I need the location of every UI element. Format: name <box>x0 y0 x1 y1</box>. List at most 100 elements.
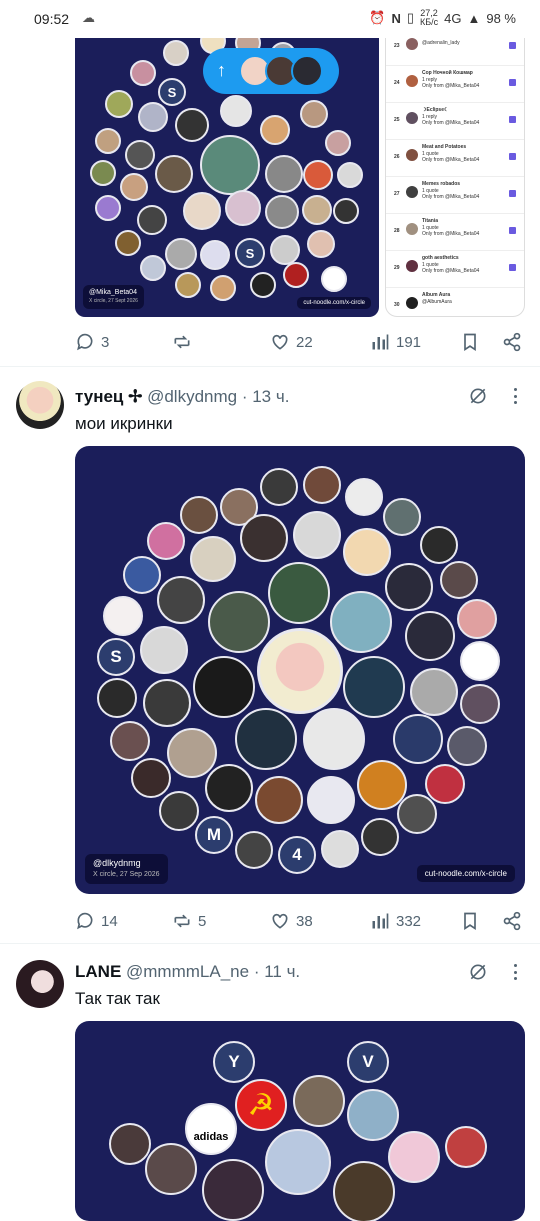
share-button[interactable] <box>502 330 522 354</box>
avatar-circle <box>105 90 133 118</box>
repost-button[interactable]: 5 <box>172 909 206 933</box>
tweet-media[interactable]: S M 4 @dlkydnmg X circle, 27 Sep 2026 cu… <box>75 446 525 894</box>
list-item: 28 Titania 1 quote Only from @Mika_Beta04 <box>386 214 524 251</box>
avatar-circle <box>147 522 185 560</box>
views-button[interactable]: 191 <box>370 330 421 354</box>
status-right: ⏰ N ▯ 27,2 КБ/с 4G ▲ 98 % <box>369 9 516 27</box>
share-icon <box>503 332 521 352</box>
avatar-circle: adidas <box>185 1103 237 1155</box>
avatar-circle <box>265 1129 331 1195</box>
avatar-circle <box>260 468 298 506</box>
adidas-logo: adidas <box>193 1131 229 1143</box>
repost-button[interactable] <box>172 330 198 354</box>
media-tag-site: cut-noodle.com/x-circle <box>297 297 371 309</box>
reply-button[interactable]: 3 <box>75 330 109 354</box>
avatar-circle <box>167 728 217 778</box>
avatar-circle <box>393 714 443 764</box>
avatar-circle <box>405 611 455 661</box>
avatar-circle <box>425 764 465 804</box>
avatar-circle <box>388 1131 440 1183</box>
tweet-media[interactable]: Y V ☭ adidas <box>75 1021 525 1221</box>
avatar-circle <box>175 272 201 298</box>
reply-button[interactable]: 14 <box>75 909 118 933</box>
avatar-circle <box>131 758 171 798</box>
repost-icon <box>174 335 190 349</box>
repost-icon <box>174 914 190 928</box>
avatar[interactable] <box>16 381 64 429</box>
tweet-media-screenshot[interactable]: 23 adrenalin_lady@adrenalin_lady 24 Cop … <box>385 10 525 317</box>
tweet-header: LANE @mmmmLA_ne · 11 ч. <box>75 962 300 982</box>
reply-count: 14 <box>101 912 118 930</box>
avatar-circle <box>202 1159 264 1221</box>
more-icon[interactable] <box>508 962 522 982</box>
avatar-circle <box>293 511 341 559</box>
grok-icon[interactable] <box>468 386 488 406</box>
avatar-circle <box>200 240 230 270</box>
avatar-circle <box>385 563 433 611</box>
avatar-circle <box>325 130 351 156</box>
bookmark-icon <box>464 333 476 352</box>
avatar-circle <box>347 1089 399 1141</box>
avatar-circle <box>190 536 236 582</box>
avatar-circle <box>383 498 421 536</box>
avatar[interactable] <box>16 960 64 1008</box>
author-name[interactable]: тунец ✢ <box>75 387 142 406</box>
signal-icon: ▲ <box>467 10 481 26</box>
letter-circle: 4 <box>278 836 316 874</box>
avatar-circle <box>255 776 303 824</box>
avatar-circle <box>210 275 236 301</box>
avatar-circle: ☭ <box>235 1079 287 1131</box>
media-tag-site: cut-noodle.com/x-circle <box>416 865 515 882</box>
tweet[interactable]: тунец ✢ @dlkydnmg · 13 ч. мои икринки S … <box>0 367 540 942</box>
scroll-to-top-button[interactable]: ↑ <box>203 48 339 94</box>
avatar-circle <box>155 155 193 193</box>
avatar-circle <box>220 95 252 127</box>
letter-circle: V <box>347 1041 389 1083</box>
avatar-circle <box>307 776 355 824</box>
list-item: 30 Album Aura @AlbumAura <box>394 292 452 309</box>
letter-circle: S <box>97 638 135 676</box>
heart-icon <box>272 913 288 929</box>
tweet[interactable]: LANE @mmmmLA_ne · 11 ч. Так так так Y V … <box>0 944 540 1221</box>
like-count: 38 <box>296 912 313 930</box>
like-button[interactable]: 38 <box>270 909 313 933</box>
like-button[interactable]: 22 <box>270 330 313 354</box>
author-name[interactable]: LANE <box>75 962 121 981</box>
avatar-circle <box>445 1126 487 1168</box>
avatar-circle <box>257 628 343 714</box>
grok-icon[interactable] <box>468 962 488 982</box>
share-button[interactable] <box>502 909 522 933</box>
bookmark-button[interactable] <box>460 330 480 354</box>
more-icon[interactable] <box>508 386 522 406</box>
letter-circle: S <box>235 238 265 268</box>
avatar-circle <box>440 561 478 599</box>
author-handle[interactable]: @dlkydnmg <box>147 387 237 406</box>
avatar-circle <box>270 235 300 265</box>
avatar-circle <box>343 656 405 718</box>
author-handle[interactable]: @mmmmLA_ne <box>126 962 249 981</box>
avatar-circle <box>110 721 150 761</box>
letter-circle: M <box>195 816 233 854</box>
network-type: 4G <box>444 10 462 26</box>
list-item: 26 Meat and Potatoes 1 quote Only from @M… <box>386 140 524 177</box>
avatar-circle <box>138 102 168 132</box>
bookmark-button[interactable] <box>460 909 480 933</box>
views-count: 332 <box>396 912 422 930</box>
avatar-circle <box>330 591 392 653</box>
list-item: 29 goth aesthetics 1 quote Only from @Mik… <box>386 251 524 288</box>
avatar-circle <box>163 40 189 66</box>
avatar-circle <box>123 556 161 594</box>
avatar-circle <box>457 599 497 639</box>
tweet-text: мои икринки <box>75 414 173 433</box>
avatar-circle <box>235 831 273 869</box>
views-button[interactable]: 332 <box>370 909 421 933</box>
share-icon <box>503 911 521 931</box>
avatar-circle <box>95 195 121 221</box>
list-item: 25 ☽Eclipse☾ 1 reply Only from @Mika_Beta… <box>386 103 524 140</box>
avatar-circle <box>307 230 335 258</box>
net-speed: 27,2 КБ/с <box>419 8 439 27</box>
avatar-circle <box>205 764 253 812</box>
like-count: 22 <box>296 333 313 351</box>
bookmark-icon <box>464 912 476 931</box>
tweet-text: Так так так <box>75 989 160 1008</box>
